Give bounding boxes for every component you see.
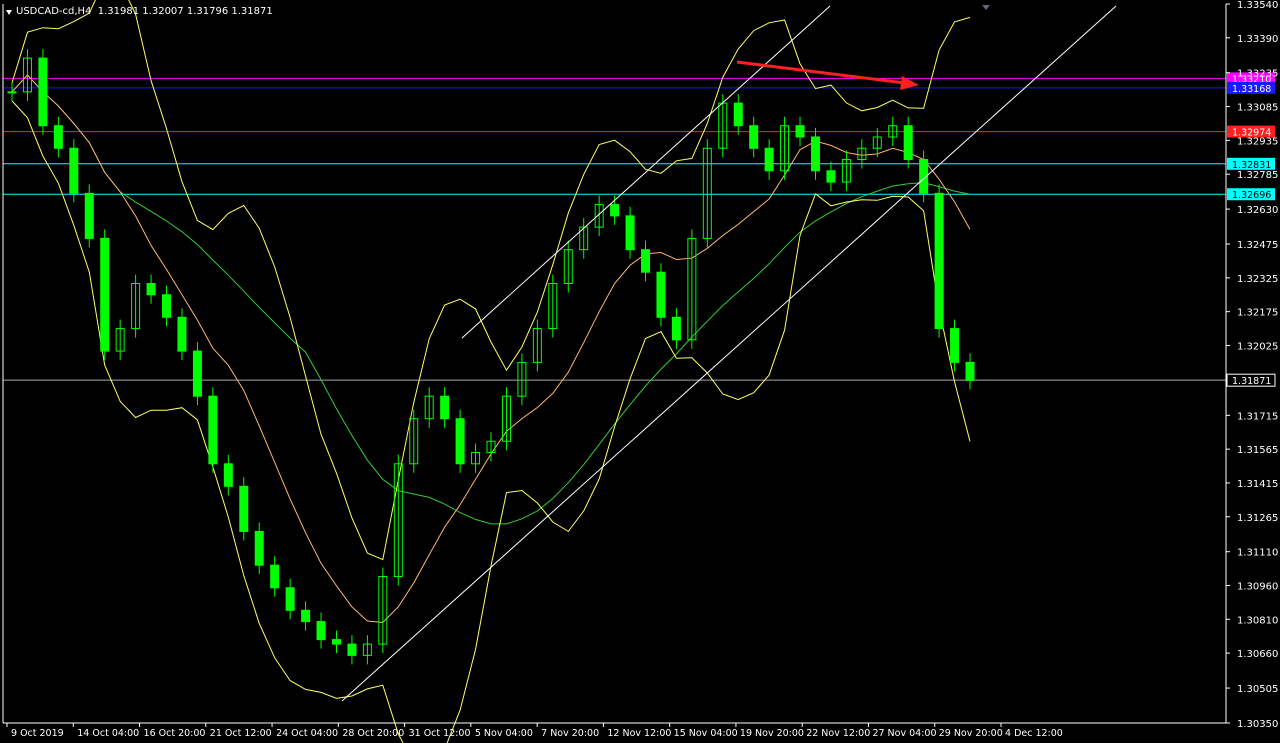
- candle-body: [934, 192, 944, 330]
- price-chart[interactable]: 1.332101.331681.329741.328311.326961.318…: [0, 0, 1280, 743]
- x-tick-label: 21 Oct 12:00: [210, 728, 272, 739]
- candle-body: [826, 170, 836, 183]
- candle-body: [625, 215, 635, 251]
- candle-body: [656, 271, 666, 318]
- x-tick-label: 12 Nov 12:00: [607, 728, 671, 739]
- x-tick-label: 31 Oct 12:00: [409, 728, 471, 739]
- x-tick-label: 14 Oct 04:00: [77, 728, 139, 739]
- y-tick-label: 1.31415: [1237, 479, 1278, 490]
- y-tick-label: 1.33085: [1237, 103, 1278, 114]
- y-tick-label: 1.31715: [1237, 411, 1278, 422]
- y-tick-label: 1.32785: [1237, 170, 1278, 181]
- dropdown-triangle-icon[interactable]: [6, 9, 12, 15]
- red-arrow-shaft: [736, 60, 906, 85]
- moving-average-fast-line: [11, 74, 971, 623]
- candle-body: [177, 316, 187, 352]
- y-tick-label: 1.33235: [1237, 69, 1278, 80]
- candle-body: [69, 147, 79, 194]
- candle-body: [950, 328, 960, 363]
- y-tick-label: 1.31565: [1237, 445, 1278, 456]
- trend-channel-upper-line: [461, 5, 831, 339]
- x-tick-label: 4 Dec 12:00: [1005, 728, 1063, 739]
- x-tick-label: 22 Nov 12:00: [806, 728, 870, 739]
- x-tick-label: 27 Nov 04:00: [872, 728, 936, 739]
- candle-body: [84, 192, 94, 239]
- candle-body: [440, 395, 450, 420]
- candle-body: [641, 249, 651, 273]
- candle-body: [285, 587, 295, 611]
- y-tick-label: 1.32630: [1237, 205, 1278, 216]
- y-tick-label: 1.30810: [1237, 615, 1278, 626]
- candle-body: [795, 125, 805, 138]
- y-tick-label: 1.30660: [1237, 649, 1278, 660]
- price-level-tag-label: 1.33168: [1232, 84, 1271, 95]
- candle-body: [53, 125, 63, 149]
- chart-window[interactable]: 1.33210 1.33168 1.32974 1.32831 1.32696 1.318…: [0, 0, 1280, 743]
- x-tick-label: 9 Oct 2019: [11, 728, 64, 739]
- x-tick-label: 7 Nov 20:00: [541, 728, 599, 739]
- candle-body: [239, 485, 249, 532]
- y-tick-label: 1.33390: [1237, 34, 1278, 45]
- price-level-tag-label: 1.32696: [1232, 190, 1271, 201]
- candle-body: [610, 204, 620, 217]
- x-tick-label: 19 Nov 20:00: [740, 728, 804, 739]
- candle-body: [38, 57, 48, 127]
- candle-body: [903, 125, 913, 161]
- price-level-tag-label: 1.32831: [1232, 160, 1271, 171]
- symbol-label: USDCAD-cd,H4: [16, 6, 92, 17]
- x-tick-label: 28 Oct 20:00: [342, 728, 404, 739]
- y-tick-label: 1.32935: [1237, 136, 1278, 147]
- candle-body: [965, 361, 975, 381]
- candle-body: [270, 564, 280, 589]
- x-tick-label: 24 Oct 04:00: [276, 728, 338, 739]
- candle-body: [208, 395, 218, 465]
- x-tick-label: 5 Nov 04:00: [475, 728, 533, 739]
- y-tick-label: 1.31265: [1237, 513, 1278, 524]
- y-tick-label: 1.32175: [1237, 308, 1278, 319]
- candle-body: [671, 316, 681, 341]
- y-tick-label: 1.32325: [1237, 274, 1278, 285]
- x-tick-label: 15 Nov 04:00: [674, 728, 738, 739]
- chart-shift-marker-icon: [982, 5, 990, 10]
- candle-body: [254, 530, 264, 566]
- x-tick-label: 16 Oct 20:00: [144, 728, 206, 739]
- bollinger-upper-band: [11, 0, 971, 561]
- trend-channel-lower-line: [341, 5, 1117, 702]
- candle-body: [316, 621, 326, 641]
- candle-body: [331, 639, 341, 645]
- candle-body: [764, 147, 774, 172]
- y-tick-label: 1.31110: [1237, 548, 1278, 559]
- y-tick-label: 1.33540: [1237, 0, 1278, 11]
- candle-body: [100, 237, 110, 352]
- candle-body: [146, 282, 156, 296]
- candle-body: [749, 125, 759, 149]
- candle-body: [810, 136, 820, 172]
- candle-body: [192, 350, 202, 397]
- candle-body: [223, 463, 233, 487]
- y-tick-label: 1.32025: [1237, 341, 1278, 352]
- y-tick-label: 1.30505: [1237, 684, 1278, 695]
- candle-body: [162, 294, 172, 318]
- bollinger-lower-band: [11, 100, 971, 743]
- y-tick-label: 1.30960: [1237, 582, 1278, 593]
- bollinger-middle-band: [11, 74, 971, 623]
- candle-body: [7, 91, 17, 94]
- candle-body: [455, 418, 465, 465]
- candle-body: [301, 609, 311, 623]
- y-tick-label: 1.30350: [1237, 719, 1278, 730]
- chart-header: USDCAD-cd,H4 1.31981 1.32007 1.31796 1.3…: [6, 6, 273, 19]
- candle-body: [733, 102, 743, 127]
- x-tick-label: 29 Nov 20:00: [939, 728, 1003, 739]
- candle-body: [347, 643, 357, 656]
- y-tick-label: 1.32475: [1237, 240, 1278, 251]
- price-level-tag-label: 1.31871: [1232, 376, 1271, 387]
- ohlc-readout: 1.31981 1.32007 1.31796 1.31871: [97, 6, 273, 17]
